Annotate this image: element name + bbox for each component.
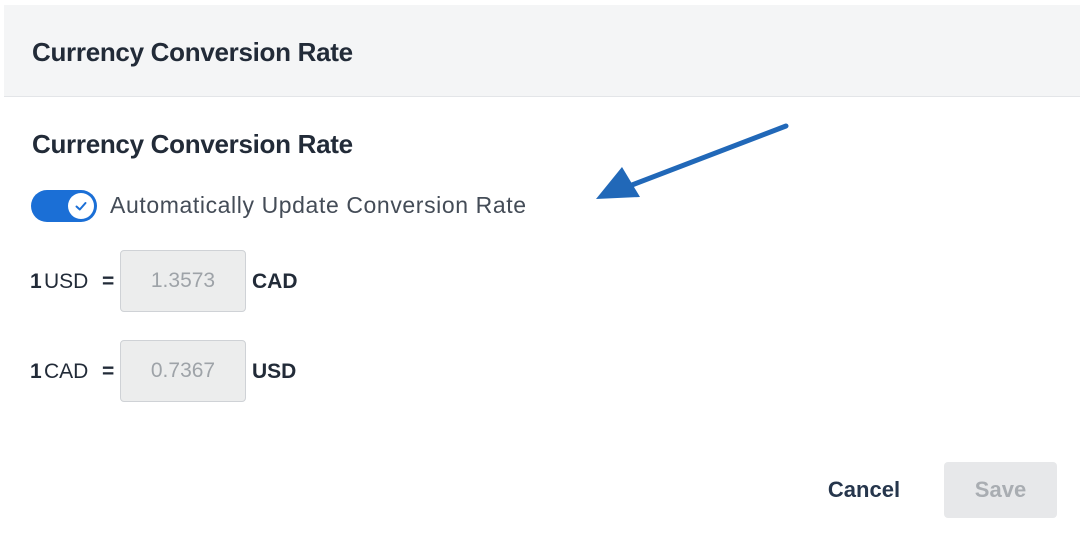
usd-to-cad-rate-input[interactable]: [120, 250, 246, 312]
rate-equals: =: [102, 270, 115, 293]
rate-to-currency: CAD: [252, 270, 298, 293]
rate-from-currency: CAD: [44, 360, 89, 383]
rate-amount: 1: [30, 360, 42, 383]
check-icon: [75, 202, 87, 211]
currency-conversion-dialog: Currency Conversion Rate Currency Conver…: [0, 0, 1080, 547]
toggle-knob: [68, 193, 94, 219]
rate-amount: 1: [30, 270, 42, 293]
auto-update-toggle[interactable]: [31, 190, 97, 222]
dialog-header: Currency Conversion Rate: [4, 5, 1080, 97]
section-title: Currency Conversion Rate: [32, 129, 353, 159]
cad-to-usd-rate-input[interactable]: [120, 340, 246, 402]
auto-update-label: Automatically Update Conversion Rate: [110, 192, 527, 218]
save-button[interactable]: Save: [944, 462, 1057, 518]
rate-to-currency: USD: [252, 360, 297, 383]
rate-from-currency: USD: [44, 270, 89, 293]
rate-equals: =: [102, 360, 115, 383]
dialog-title: Currency Conversion Rate: [32, 37, 353, 67]
cancel-button[interactable]: Cancel: [808, 462, 920, 518]
